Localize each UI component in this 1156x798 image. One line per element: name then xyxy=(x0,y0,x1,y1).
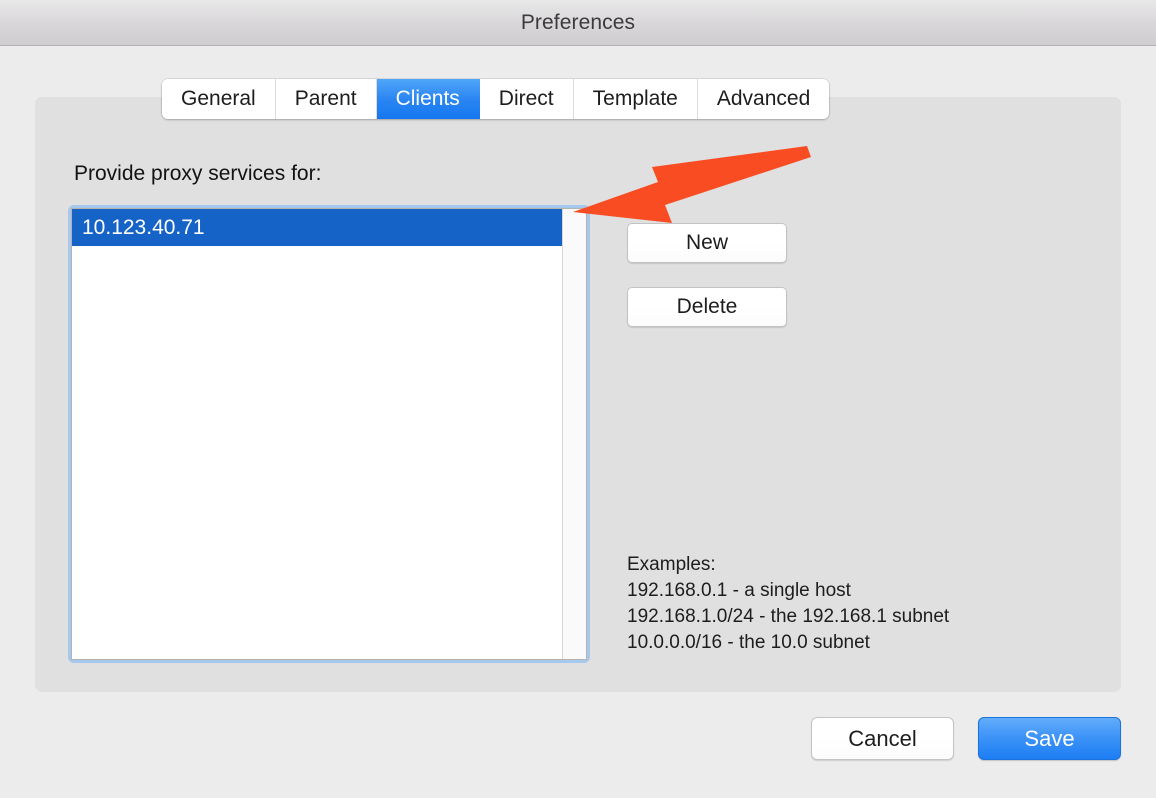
vertical-scrollbar-icon[interactable] xyxy=(562,209,586,659)
examples-line-3: 10.0.0.0/16 - the 10.0 subnet xyxy=(627,632,870,653)
examples-line-2: 192.168.1.0/24 - the 192.168.1 subnet xyxy=(627,606,950,627)
delete-button[interactable]: Delete xyxy=(627,287,787,327)
tab-direct[interactable]: Direct xyxy=(479,79,574,119)
provide-proxy-services-label: Provide proxy services for: xyxy=(74,162,322,185)
tab-advanced[interactable]: Advanced xyxy=(697,79,830,119)
tab-parent[interactable]: Parent xyxy=(275,79,377,119)
tab-template[interactable]: Template xyxy=(573,79,698,119)
examples-heading: Examples: xyxy=(627,554,716,575)
tab-general[interactable]: General xyxy=(162,79,276,119)
examples-block: Examples: 192.168.0.1 - a single host 19… xyxy=(627,552,949,656)
examples-line-1: 192.168.0.1 - a single host xyxy=(627,580,851,601)
clients-list-box[interactable]: 10.123.40.71 xyxy=(71,208,587,660)
clients-list-items[interactable]: 10.123.40.71 xyxy=(72,209,562,659)
save-button[interactable]: Save xyxy=(978,717,1121,760)
clients-list-focus-ring: 10.123.40.71 xyxy=(68,205,590,663)
cancel-button[interactable]: Cancel xyxy=(811,717,954,760)
preferences-window: Preferences General Parent Clients Direc… xyxy=(0,0,1156,798)
list-item[interactable]: 10.123.40.71 xyxy=(72,209,562,246)
preferences-tab-bar[interactable]: General Parent Clients Direct Template A… xyxy=(162,79,830,119)
window-title-bar: Preferences xyxy=(0,0,1156,46)
tab-clients[interactable]: Clients xyxy=(376,79,480,119)
new-button[interactable]: New xyxy=(627,223,787,263)
window-title: Preferences xyxy=(520,11,636,34)
